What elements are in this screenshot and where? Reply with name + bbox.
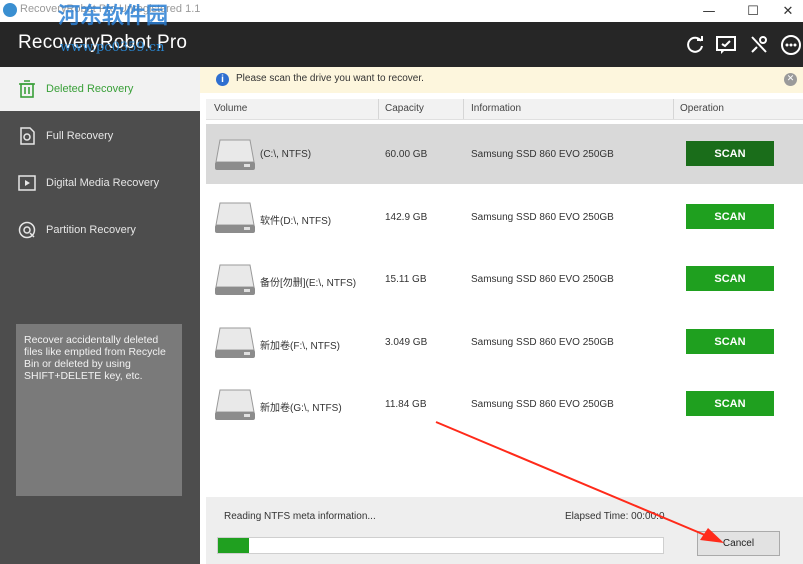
sidebar-item-label: Digital Media Recovery xyxy=(46,177,160,189)
column-divider xyxy=(378,99,379,119)
elapsed-time: Elapsed Time: 00:00:0 xyxy=(565,511,665,522)
file-recover-icon xyxy=(20,127,35,145)
trash-icon xyxy=(19,80,35,98)
scan-button[interactable]: SCAN xyxy=(686,266,774,291)
scan-button[interactable]: SCAN xyxy=(686,391,774,416)
column-header-information[interactable]: Information xyxy=(471,103,521,114)
hard-drive-icon xyxy=(215,389,255,420)
sidebar-item-digital-media-recovery[interactable]: Digital Media Recovery xyxy=(0,161,200,205)
sidebar-item-label: Full Recovery xyxy=(46,130,114,142)
hard-drive-icon xyxy=(215,327,255,358)
description-panel: Recover accidentally deleted files like … xyxy=(16,324,182,496)
volume-capacity: 142.9 GB xyxy=(385,212,428,223)
more-options-icon[interactable] xyxy=(780,34,802,56)
hard-drive-icon xyxy=(215,139,255,170)
maximize-button[interactable]: ☐ xyxy=(738,0,768,22)
volume-name: 新加卷(F:\, NTFS) xyxy=(260,341,340,352)
column-header-operation[interactable]: Operation xyxy=(680,103,724,114)
info-icon: i xyxy=(216,73,229,86)
progress-bar xyxy=(217,537,664,554)
sidebar-item-label: Deleted Recovery xyxy=(46,83,134,95)
notice-text: Please scan the drive you want to recove… xyxy=(236,73,424,84)
media-icon xyxy=(18,175,36,191)
table-row[interactable]: (C:\, NTFS) 60.00 GB Samsung SSD 860 EVO… xyxy=(206,124,803,184)
sidebar-item-deleted-recovery[interactable]: Deleted Recovery xyxy=(0,67,200,111)
partition-icon xyxy=(18,221,36,239)
volume-name: 备份[勿删](E:\, NTFS) xyxy=(260,278,357,289)
status-text: Reading NTFS meta information... xyxy=(224,511,376,522)
column-header-capacity[interactable]: Capacity xyxy=(385,103,424,114)
volume-name: (C:\, NTFS) xyxy=(260,149,312,160)
hard-drive-icon xyxy=(215,264,255,295)
description-text: Recover accidentally deleted files like … xyxy=(24,334,166,382)
cancel-button[interactable]: Cancel xyxy=(697,531,780,556)
sidebar-item-label: Partition Recovery xyxy=(46,224,136,236)
tools-icon[interactable] xyxy=(748,34,770,56)
refresh-icon[interactable] xyxy=(684,34,706,56)
volume-information: Samsung SSD 860 EVO 250GB xyxy=(471,399,614,410)
volume-capacity: 60.00 GB xyxy=(385,149,428,160)
volume-information: Samsung SSD 860 EVO 250GB xyxy=(471,274,614,285)
sidebar: Deleted Recovery Full Recovery Digital M… xyxy=(0,67,200,564)
scan-button[interactable]: SCAN xyxy=(686,329,774,354)
volume-information: Samsung SSD 860 EVO 250GB xyxy=(471,337,614,348)
scan-button[interactable]: SCAN xyxy=(686,204,774,229)
volume-capacity: 15.11 GB xyxy=(385,274,427,285)
table-row[interactable]: 新加卷(F:\, NTFS) 3.049 GB Samsung SSD 860 … xyxy=(206,312,803,372)
table-row[interactable]: 软件(D:\, NTFS) 142.9 GB Samsung SSD 860 E… xyxy=(206,187,803,247)
volume-information: Samsung SSD 860 EVO 250GB xyxy=(471,149,614,160)
scan-button[interactable]: SCAN xyxy=(686,141,774,166)
table-row[interactable]: 备份[勿删](E:\, NTFS) 15.11 GB Samsung SSD 8… xyxy=(206,249,803,309)
volume-capacity: 3.049 GB xyxy=(385,337,428,348)
volume-name: 新加卷(G:\, NTFS) xyxy=(260,403,342,414)
close-button[interactable]: ✕ xyxy=(773,0,803,22)
column-divider xyxy=(463,99,464,119)
hard-drive-icon xyxy=(215,202,255,233)
volume-information: Samsung SSD 860 EVO 250GB xyxy=(471,212,614,223)
table-row[interactable]: 新加卷(G:\, NTFS) 11.84 GB Samsung SSD 860 … xyxy=(206,374,803,434)
column-header-volume[interactable]: Volume xyxy=(214,103,247,114)
sidebar-item-partition-recovery[interactable]: Partition Recovery xyxy=(0,208,200,252)
column-divider xyxy=(673,99,674,119)
watermark-text: 河东软件园 xyxy=(58,4,169,29)
sidebar-item-full-recovery[interactable]: Full Recovery xyxy=(0,114,200,158)
app-logo-icon xyxy=(3,3,17,17)
status-panel: Reading NTFS meta information... Elapsed… xyxy=(206,497,803,564)
volume-capacity: 11.84 GB xyxy=(385,399,427,410)
table-header: Volume Capacity Information Operation xyxy=(206,99,803,120)
minimize-button[interactable]: — xyxy=(694,0,724,22)
progress-fill xyxy=(218,538,250,553)
notice-bar: i Please scan the drive you want to reco… xyxy=(200,67,803,93)
feedback-icon[interactable] xyxy=(715,34,737,56)
volume-name: 软件(D:\, NTFS) xyxy=(260,216,332,227)
watermark-url: www.pc0359.cn xyxy=(60,40,165,55)
notice-close-icon[interactable]: ✕ xyxy=(784,73,797,86)
